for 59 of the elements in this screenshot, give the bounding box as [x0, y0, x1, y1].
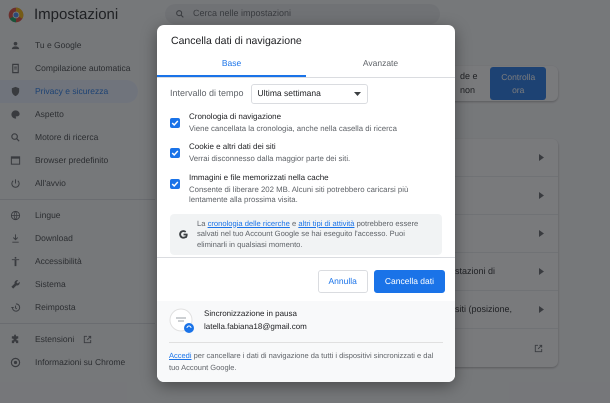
- sidebar-item[interactable]: Tu e Google: [0, 34, 138, 57]
- sidebar-item[interactable]: Compilazione automatica: [0, 57, 138, 80]
- sidebar-item[interactable]: Browser predefinito: [0, 149, 138, 172]
- dialog-tab[interactable]: Avanzate: [306, 52, 455, 76]
- option-title: Cronologia di navigazione: [189, 110, 282, 122]
- history-icon: [10, 302, 21, 313]
- page-title: Impostazioni: [34, 4, 118, 25]
- check-now-button[interactable]: Controlla ora: [490, 66, 546, 100]
- chevron-icon[interactable]: [539, 192, 544, 199]
- chevron-icon[interactable]: [539, 230, 544, 237]
- sidebar-item[interactable]: Aspetto: [0, 103, 138, 126]
- setting-row-text: stazioni di: [455, 264, 496, 278]
- caret-icon: [354, 92, 361, 96]
- option-title: Immagini e file memorizzati nella cache: [189, 172, 330, 184]
- chevron-icon[interactable]: [539, 268, 544, 275]
- sidebar-item[interactable]: Informazioni su Chrome: [0, 351, 138, 374]
- wrench-icon: [10, 279, 21, 290]
- sidebar-item[interactable]: Motore di ricerca: [0, 126, 138, 149]
- time-range-select[interactable]: Ultima settimana: [250, 84, 368, 104]
- globe-icon: [10, 210, 21, 221]
- time-range-label: Intervallo di tempo: [170, 86, 244, 100]
- person-icon: [10, 40, 21, 51]
- puzzle-icon: [10, 334, 21, 345]
- clear-data-button[interactable]: Cancella dati: [374, 270, 445, 293]
- sidebar-item[interactable]: Estensioni: [0, 328, 138, 351]
- accessibility-icon: [10, 256, 21, 267]
- power-icon: [10, 178, 21, 189]
- chrome-logo-icon: [8, 7, 24, 23]
- sidebar-item[interactable]: Reimposta: [0, 296, 138, 319]
- setting-row-text: siti (posizione,: [455, 302, 514, 316]
- sidebar-item[interactable]: Accessibilità: [0, 250, 138, 273]
- dialog-tab[interactable]: Base: [157, 52, 306, 76]
- chrome-logo-icon: [10, 357, 21, 368]
- shield-icon: [10, 86, 21, 97]
- chevron-icon[interactable]: [539, 154, 544, 161]
- checkbox[interactable]: [170, 178, 180, 189]
- account-avatar-icon: [169, 308, 195, 334]
- chevron-icon[interactable]: [539, 306, 544, 313]
- sidebar-item[interactable]: Privacy e sicurezza: [0, 80, 138, 103]
- external-link-icon[interactable]: [533, 342, 544, 354]
- cancel-button[interactable]: Annulla: [318, 270, 368, 293]
- palette-icon: [10, 109, 21, 120]
- checkbox[interactable]: [170, 118, 180, 128]
- checkbox[interactable]: [170, 148, 180, 158]
- option-title: Cookie e altri dati dei siti: [189, 141, 277, 154]
- download-icon: [10, 233, 21, 244]
- clipboard-icon: [10, 63, 21, 74]
- search-icon: [175, 9, 185, 19]
- sidebar-item[interactable]: All'avvio: [0, 172, 138, 195]
- google-g-icon: [178, 229, 189, 240]
- browser-window-icon: [10, 155, 21, 166]
- sidebar-item[interactable]: Sistema: [0, 273, 138, 296]
- sidebar-item[interactable]: Lingue: [0, 204, 138, 227]
- sync-status: Sincronizzazione in pausa: [204, 308, 298, 320]
- search-icon: [10, 132, 21, 143]
- dialog-title: Cancella dati di navigazione: [170, 34, 303, 49]
- card-text: de e non: [460, 70, 479, 96]
- sidebar-item[interactable]: Download: [0, 227, 138, 250]
- account-email: latella.fabiana18@gmail.com: [204, 321, 307, 333]
